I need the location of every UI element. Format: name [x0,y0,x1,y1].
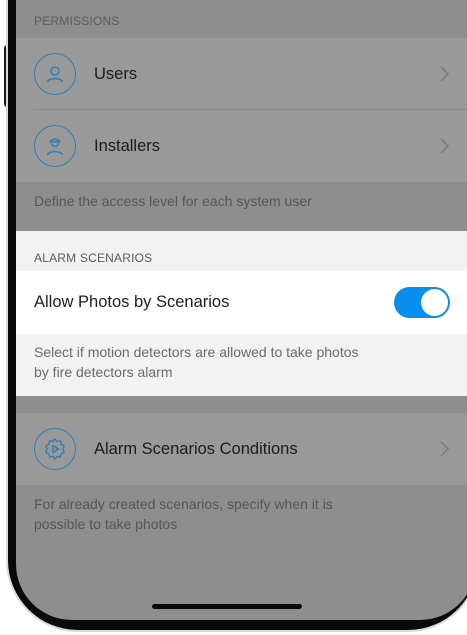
allow-photos-row[interactable]: Allow Photos by Scenarios [16,271,467,334]
toggle-knob [421,289,448,316]
permissions-caption: Define the access level for each system … [34,193,312,209]
installers-row[interactable]: Installers [16,110,467,182]
conditions-caption-line1: For already created scenarios, specify w… [34,496,333,512]
alarm-scenarios-conditions-label: Alarm Scenarios Conditions [94,440,298,458]
conditions-caption: For already created scenarios, specify w… [34,494,434,534]
installer-icon [34,125,76,167]
installers-label: Installers [94,137,161,155]
chevron-right-icon [440,441,450,457]
chevron-right-icon [440,66,450,82]
allow-photos-caption: Select if motion detectors are allowed t… [34,342,434,382]
allow-photos-label: Allow Photos by Scenarios [34,293,230,311]
allow-photos-caption-line1: Select if motion detectors are allowed t… [34,344,359,360]
phone-screenshot: PERMISSIONS Users Installers Define the … [0,0,467,635]
permissions-section-header: PERMISSIONS [34,14,120,28]
conditions-caption-line2: possible to take photos [34,516,178,532]
phone-screen: PERMISSIONS Users Installers Define the … [16,0,467,620]
user-icon [34,53,76,95]
settings-list: PERMISSIONS Users Installers Define the … [16,0,467,620]
chevron-right-icon [440,138,450,154]
alarm-scenarios-section-header: ALARM SCENARIOS [34,251,153,265]
scenario-gear-icon [34,428,76,470]
allow-photos-toggle[interactable] [394,287,450,318]
alarm-scenarios-conditions-row[interactable]: Alarm Scenarios Conditions [16,413,467,485]
home-indicator [152,604,302,609]
allow-photos-caption-line2: by fire detectors alarm [34,364,173,380]
users-label: Users [94,65,138,83]
users-row[interactable]: Users [16,38,467,110]
